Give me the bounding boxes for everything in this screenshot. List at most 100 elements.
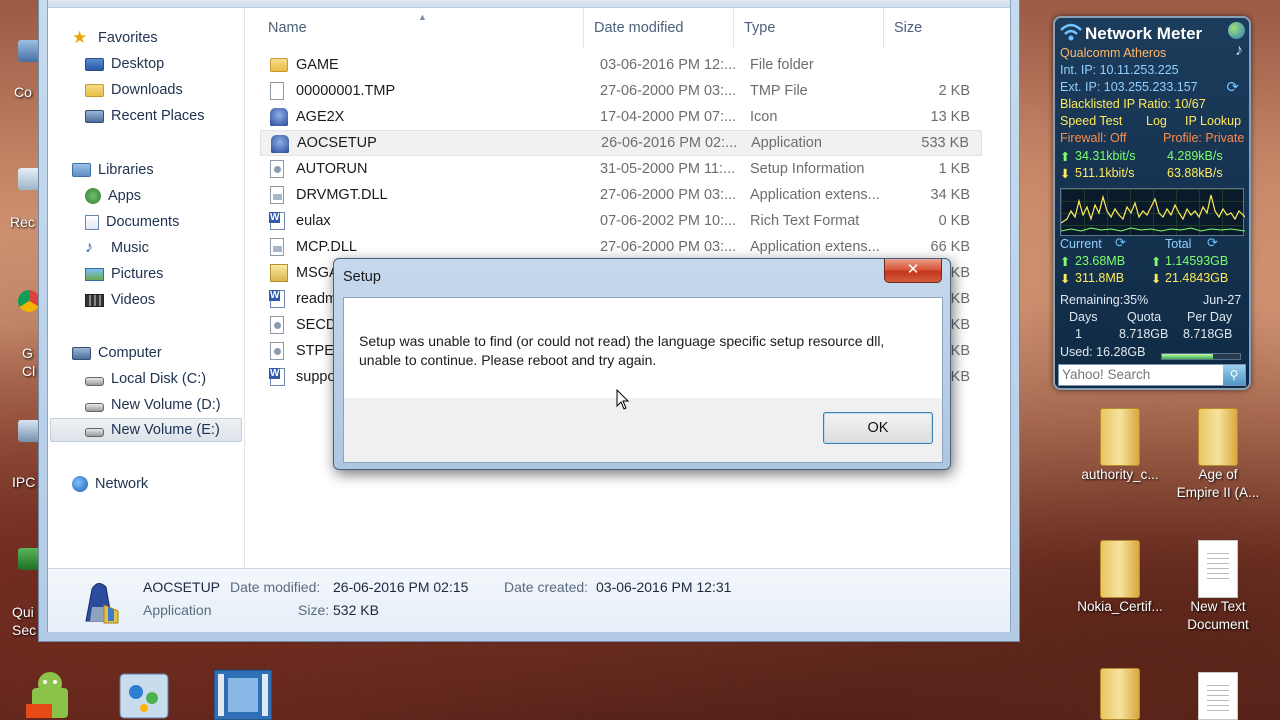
file-row[interactable]: AGE2X 17-04-2000 PM 07:... Icon 13 KB xyxy=(260,104,982,130)
column-header-name[interactable]: Name ▲ xyxy=(246,8,584,48)
yahoo-search-input[interactable]: Yahoo! Search ⚲ xyxy=(1058,364,1246,386)
nav-music[interactable]: ♪ Music xyxy=(85,236,149,260)
network-globe-icon xyxy=(72,476,88,492)
gear-document-icon xyxy=(270,160,284,178)
nav-desktop-label: Desktop xyxy=(111,56,165,72)
nav-pictures-label: Pictures xyxy=(111,266,164,282)
details-kind: Application xyxy=(143,602,212,618)
ipc-icon[interactable] xyxy=(18,420,40,442)
desktop-icon xyxy=(85,57,104,71)
nav-favorites[interactable]: ★ Favorites xyxy=(72,26,158,50)
file-row[interactable]: MCP.DLL 27-06-2000 PM 03:... Application… xyxy=(260,234,982,260)
file-row[interactable]: DRVMGT.DLL 27-06-2000 PM 03:... Applicat… xyxy=(260,182,982,208)
file-row[interactable]: GAME 03-06-2016 PM 12:... File folder xyxy=(260,52,982,78)
nav-downloads-label: Downloads xyxy=(111,82,183,98)
nav-local-disk-c[interactable]: Local Disk (C:) xyxy=(85,367,206,391)
drive-icon xyxy=(85,428,104,437)
nav-videos[interactable]: Videos xyxy=(85,288,155,312)
desktop-icon-nokia[interactable]: Nokia_Certif... xyxy=(1070,540,1170,616)
details-date-modified: 26-06-2016 PM 02:15 xyxy=(333,579,469,595)
file-type: TMP File xyxy=(750,83,808,99)
android-app-icon[interactable] xyxy=(22,668,82,720)
speed-test-link[interactable]: Speed Test xyxy=(1060,114,1122,128)
file-type: Application extens... xyxy=(750,239,880,255)
nav-vol-d-label: New Volume (D:) xyxy=(111,397,221,413)
upload-arrow-icon: ⬆ xyxy=(1060,255,1071,269)
desktop-label-g: G xyxy=(22,345,33,361)
traffic-graph xyxy=(1060,188,1246,236)
search-icon[interactable]: ⚲ xyxy=(1223,365,1245,385)
text-document-icon xyxy=(1198,672,1238,720)
document-icon xyxy=(270,82,284,100)
usage-bar-fill xyxy=(1162,354,1213,359)
gear-document-icon xyxy=(270,316,284,334)
file-row[interactable]: 00000001.TMP 27-06-2000 PM 03:... TMP Fi… xyxy=(260,78,982,104)
music-note-icon: ♪ xyxy=(85,239,93,256)
nav-downloads[interactable]: Downloads xyxy=(85,78,183,102)
download-arrow-icon: ⬇ xyxy=(1060,167,1071,181)
desktop-icon-label-line2: Empire II (A... xyxy=(1176,485,1260,500)
chrome-icon[interactable] xyxy=(18,290,40,312)
nav-computer-label: Computer xyxy=(98,345,162,361)
nav-volume-d[interactable]: New Volume (D:) xyxy=(85,393,221,417)
nav-music-label: Music xyxy=(111,240,149,256)
file-name: DRVMGT.DLL xyxy=(296,187,388,203)
file-size: 0 KB xyxy=(938,213,970,229)
days-value: 1 xyxy=(1075,327,1082,341)
desktop-icon-new-text-document[interactable]: New Text Document xyxy=(1168,540,1268,634)
nav-recent-places[interactable]: Recent Places xyxy=(85,104,205,128)
nav-desktop[interactable]: Desktop xyxy=(85,52,164,76)
column-header-size[interactable]: Size xyxy=(884,8,994,48)
close-button[interactable]: ✕ xyxy=(884,259,942,283)
nav-videos-label: Videos xyxy=(111,292,156,308)
word-document-icon xyxy=(269,212,285,230)
desktop-icon-document[interactable] xyxy=(1168,672,1268,720)
ok-button[interactable]: OK xyxy=(823,412,933,444)
file-size: 66 KB xyxy=(930,239,971,255)
desktop-label-qui: Qui xyxy=(12,604,34,620)
column-header-date[interactable]: Date modified xyxy=(584,8,734,48)
details-size: 532 KB xyxy=(333,602,379,618)
file-date: 31-05-2000 PM 11:... xyxy=(600,161,736,177)
nav-documents-label: Documents xyxy=(106,214,180,230)
toolbar-strip xyxy=(48,0,1010,8)
per-day-label: Per Day xyxy=(1187,310,1233,324)
column-header-type[interactable]: Type xyxy=(734,8,884,48)
nav-pictures[interactable]: Pictures xyxy=(85,262,163,286)
nav-volume-e[interactable]: New Volume (E:) xyxy=(50,418,242,442)
desktop-label-computer: Co xyxy=(14,84,32,100)
desktop-left-icons: Co Rec G Cl IPC Qui Sec xyxy=(0,0,40,720)
nav-computer[interactable]: Computer xyxy=(72,341,162,365)
desktop-icon-chrome-folder[interactable] xyxy=(1070,668,1170,720)
nav-documents[interactable]: Documents xyxy=(85,210,179,234)
bluestacks-icon[interactable] xyxy=(116,668,176,720)
nav-apps[interactable]: Apps xyxy=(85,184,141,208)
column-size-label: Size xyxy=(894,20,923,36)
desktop-icon-authority[interactable]: authority_c... xyxy=(1070,408,1170,484)
ip-lookup-link[interactable]: IP Lookup xyxy=(1185,114,1241,128)
file-size: 533 KB xyxy=(921,135,969,151)
desktop-icon-label: authority_c... xyxy=(1081,467,1159,482)
nav-libraries[interactable]: Libraries xyxy=(72,158,154,182)
log-link[interactable]: Log xyxy=(1146,114,1167,128)
file-size: KB xyxy=(950,317,970,333)
upload-arrow-icon: ⬆ xyxy=(1151,255,1162,269)
navigation-pane: ★ Favorites Desktop Downloads Recent Pla… xyxy=(48,8,245,568)
nav-network[interactable]: Network xyxy=(72,472,148,496)
desktop-icon-age-of-empires[interactable]: Age of Empire II (A... xyxy=(1168,408,1268,502)
music-note-icon: ♪ xyxy=(1235,42,1243,59)
recent-places-icon xyxy=(85,109,104,123)
file-type: Rich Text Format xyxy=(750,213,860,229)
file-row-selected[interactable]: AOCSETUP 26-06-2016 PM 02:... Applicatio… xyxy=(260,130,982,156)
quota-label: Quota xyxy=(1127,310,1162,324)
computer-icon[interactable] xyxy=(18,40,40,62)
recycle-bin-icon[interactable] xyxy=(18,168,40,190)
adapter-name: Qualcomm Atheros xyxy=(1060,46,1167,60)
network-meter-title: Network Meter xyxy=(1085,24,1203,43)
video-file-icon[interactable] xyxy=(212,668,273,720)
quick-heal-icon[interactable] xyxy=(18,548,40,570)
current-download: 311.8MB xyxy=(1075,271,1125,285)
file-row[interactable]: eulax 07-06-2002 PM 10:... Rich Text For… xyxy=(260,208,982,234)
total-upload: 1.14593GB xyxy=(1165,254,1229,268)
file-row[interactable]: AUTORUN 31-05-2000 PM 11:... Setup Infor… xyxy=(260,156,982,182)
